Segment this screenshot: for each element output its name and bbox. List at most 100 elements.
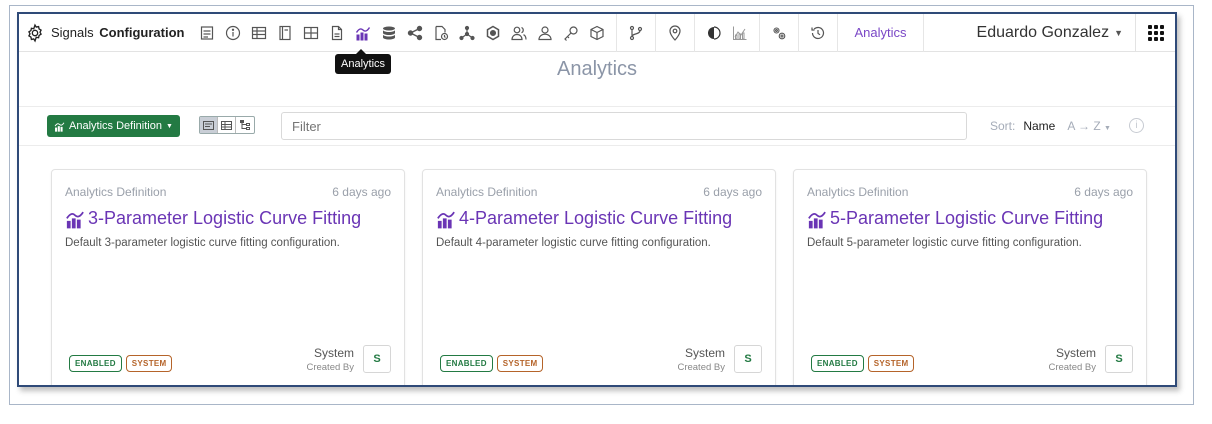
content-toolbar: Analytics Definition ▼ Sort: Name A → Z … [19,106,1175,146]
location-icon[interactable] [667,24,683,41]
separator [798,14,800,52]
analytics-card[interactable]: Analytics Definition 6 days ago 3-Parame… [51,169,405,385]
table-icon[interactable] [251,25,267,41]
info-icon[interactable] [225,25,241,41]
separator [694,14,696,52]
sort-field-select[interactable]: Name [1023,119,1055,133]
sort-direction-select[interactable]: A → Z ▼ [1067,119,1111,133]
card-type: Analytics Definition [807,185,909,199]
card-type: Analytics Definition [436,185,538,199]
table-icon [221,120,232,130]
chevron-down-icon: ▼ [1114,28,1123,38]
separator [922,14,924,52]
author-name: System [684,346,725,360]
page-title: Analytics [556,58,638,80]
analytics-icon [437,211,455,228]
brand[interactable]: Signals Configuration [19,14,184,51]
sort-label: Sort: [990,118,1016,133]
history-icon[interactable] [810,25,826,41]
sort-direction-label: A → Z [1067,118,1101,133]
view-toggle [199,116,255,134]
author-name: System [313,346,354,360]
contrast-icon[interactable] [706,25,722,41]
file-clock-icon[interactable] [433,25,449,41]
card-view-button[interactable] [200,117,218,133]
card-author: System Created By [1048,346,1096,373]
author-name: System [1055,346,1096,360]
gear-icon [28,23,42,42]
chart-icon[interactable] [732,25,748,41]
user-group-icon[interactable] [511,25,528,41]
share-icon[interactable] [407,25,423,41]
created-by-label: Created By [1048,362,1096,373]
tree-icon [239,120,250,130]
card-timestamp: 6 days ago [332,185,391,199]
card-title-text: 4-Parameter Logistic Curve Fitting [459,208,733,228]
card-timestamp: 6 days ago [703,185,762,199]
analytics-icon [66,211,84,228]
analytics-card[interactable]: Analytics Definition 6 days ago 4-Parame… [422,169,776,385]
system-badge: SYSTEM [867,355,915,372]
sort-control: Sort: Name A → Z ▼ i [990,118,1144,133]
card-title-text: 5-Parameter Logistic Curve Fitting [830,208,1104,228]
card-badges: ENABLED SYSTEM [811,355,918,372]
apps-grid-icon [1147,25,1164,41]
enabled-badge: ENABLED [69,355,122,372]
gears-icon[interactable] [771,25,787,41]
card-view-icon [203,120,214,130]
analytics-icon[interactable] [355,25,371,41]
analytics-icon [54,121,65,132]
card-title[interactable]: 4-Parameter Logistic Curve Fitting [436,208,732,229]
user-menu[interactable]: Eduardo Gonzalez ▼ [977,14,1123,52]
card-description: Default 5-parameter logistic curve fitti… [807,237,1082,249]
branch-icon[interactable] [628,25,644,41]
filter-input[interactable] [281,112,967,140]
info-icon[interactable]: i [1128,118,1144,133]
system-badge: SYSTEM [125,355,173,372]
chevron-down-icon: ▼ [1104,124,1111,132]
user-icon[interactable] [537,25,553,41]
separator [616,14,618,52]
table-view-button[interactable] [218,117,236,133]
avatar: S [363,345,391,373]
separator [655,14,657,52]
card-author: System Created By [306,346,354,373]
card-author: System Created By [677,346,725,373]
created-by-label: Created By [306,362,354,373]
nav-analytics[interactable]: Analytics [844,25,916,40]
card-type: Analytics Definition [65,185,167,199]
document-icon[interactable] [199,25,215,41]
analytics-card[interactable]: Analytics Definition 6 days ago 5-Parame… [793,169,1147,385]
enabled-badge: ENABLED [440,355,493,372]
hierarchy-icon[interactable] [459,25,476,41]
card-badges: ENABLED SYSTEM [69,355,176,372]
card-title[interactable]: 3-Parameter Logistic Curve Fitting [65,208,361,229]
analytics-definition-button[interactable]: Analytics Definition ▼ [47,115,180,137]
card-title[interactable]: 5-Parameter Logistic Curve Fitting [807,208,1103,229]
hexagon-icon[interactable] [485,25,501,41]
cube-icon[interactable] [589,25,605,41]
avatar: S [1105,345,1133,373]
created-by-label: Created By [677,362,725,373]
separator [837,14,839,52]
apps-menu-button[interactable] [1135,14,1175,52]
chevron-down-icon: ▼ [165,122,173,130]
avatar: S [734,345,762,373]
analytics-icon [808,211,826,228]
grid-icon[interactable] [303,25,319,41]
toolbar-icons: Analytics [194,14,929,52]
tree-view-button[interactable] [236,117,254,133]
notebook-icon[interactable] [277,25,293,41]
card-description: Default 3-parameter logistic curve fitti… [65,237,340,249]
enabled-badge: ENABLED [811,355,864,372]
key-icon[interactable] [563,25,579,41]
separator [759,14,761,52]
file-icon[interactable] [329,25,345,41]
card-title-text: 3-Parameter Logistic Curve Fitting [88,208,362,228]
card-description: Default 4-parameter logistic curve fitti… [436,237,711,249]
analytics-definition-label: Analytics Definition [69,120,162,132]
top-nav: Signals Configuration Analytics Eduardo … [19,14,1175,52]
database-icon[interactable] [381,25,397,41]
card-badges: ENABLED SYSTEM [440,355,547,372]
system-badge: SYSTEM [496,355,544,372]
